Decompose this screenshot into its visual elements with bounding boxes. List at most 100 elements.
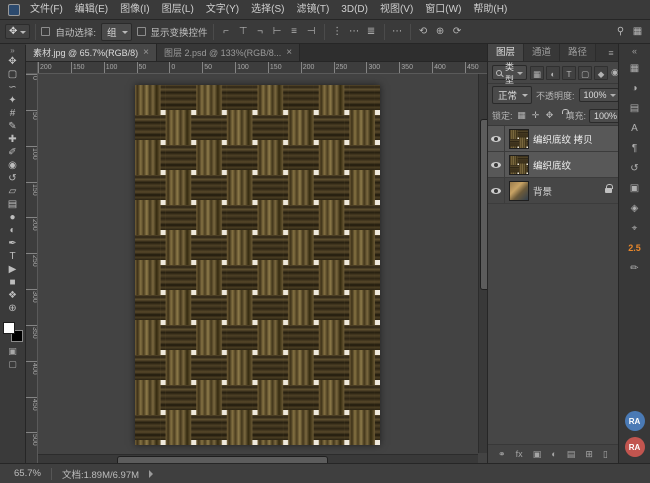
filter-type-layers-icon[interactable]: T: [562, 66, 576, 80]
opacity-field[interactable]: 100%: [579, 88, 618, 102]
menu-item[interactable]: 视图(V): [374, 0, 419, 19]
menu-item[interactable]: 滤镜(T): [291, 0, 336, 19]
layer-thumbnail[interactable]: [509, 181, 529, 201]
path-select-tool[interactable]: ▶: [2, 263, 24, 276]
menu-item[interactable]: 文字(Y): [200, 0, 245, 19]
layer-thumbnail[interactable]: [509, 155, 529, 175]
link-layers-icon[interactable]: ⚭: [498, 445, 506, 463]
layer-name[interactable]: 背景: [533, 184, 552, 198]
panel-tab[interactable]: 路径: [560, 44, 596, 61]
dodge-tool[interactable]: ◐: [2, 224, 24, 237]
foreground-color-swatch[interactable]: [3, 322, 15, 334]
lock-pixels-icon[interactable]: ✛: [530, 110, 542, 121]
delete-layer-icon[interactable]: ▯: [603, 445, 608, 463]
align-horizontal-centers-icon[interactable]: ≡: [287, 23, 302, 41]
layer-filter-kind-dropdown[interactable]: 类型: [492, 65, 527, 80]
3d-drag-icon[interactable]: ⟳: [450, 23, 465, 41]
search-icon[interactable]: ⚲: [613, 23, 628, 41]
menu-item[interactable]: 窗口(W): [419, 0, 467, 19]
tab-close-icon[interactable]: [286, 47, 292, 58]
adjustments-panel-icon[interactable]: ◑: [625, 81, 645, 96]
clone-stamp-tool[interactable]: ◉: [2, 159, 24, 172]
menu-item[interactable]: 图层(L): [156, 0, 200, 19]
libraries-panel-icon[interactable]: ▤: [625, 101, 645, 116]
document-tab[interactable]: 素材.jpg @ 65.7%(RGB/8): [26, 44, 157, 61]
vertical-ruler[interactable]: 050100150200250300350400450500550: [26, 74, 38, 463]
blur-tool[interactable]: ●: [2, 211, 24, 224]
crop-tool[interactable]: #: [2, 107, 24, 120]
align-top-edges-icon[interactable]: ⌐: [219, 23, 234, 41]
history-brush-tool[interactable]: ↺: [2, 172, 24, 185]
menu-item[interactable]: 帮助(H): [467, 0, 513, 19]
filter-adjustment-layers-icon[interactable]: ◐: [546, 66, 560, 80]
menu-item[interactable]: 选择(S): [245, 0, 290, 19]
vertical-scrollbar-thumb[interactable]: [480, 119, 487, 290]
visibility-toggle[interactable]: [488, 178, 505, 203]
eyedropper-tool[interactable]: ✎: [2, 120, 24, 133]
brushes-panel-icon[interactable]: ✏: [625, 261, 645, 276]
3d-roll-icon[interactable]: ⊕: [433, 23, 448, 41]
lock-transparency-icon[interactable]: ▦: [516, 110, 528, 121]
horizontal-scrollbar[interactable]: [38, 454, 478, 463]
align-bottom-edges-icon[interactable]: ¬: [253, 23, 268, 41]
pen-tool[interactable]: ✒: [2, 237, 24, 250]
filter-smart-objects-icon[interactable]: ◆: [594, 66, 608, 80]
navigator-panel-icon[interactable]: ⌖: [625, 221, 645, 236]
panel-tab[interactable]: 图层: [488, 44, 524, 61]
align-right-edges-icon[interactable]: ⊣: [304, 23, 319, 41]
show-transform-checkbox[interactable]: [137, 27, 146, 36]
toolbar-collapse-icon[interactable]: »: [10, 46, 14, 55]
canvas-viewport[interactable]: [38, 74, 487, 463]
layer-row[interactable]: 背景: [488, 178, 618, 204]
adjustment-layer-icon[interactable]: ◐: [551, 445, 556, 463]
distribute-horizontal-icon[interactable]: ⋯: [347, 23, 362, 41]
filter-pixel-layers-icon[interactable]: ▦: [530, 66, 544, 80]
menu-item[interactable]: 图像(I): [114, 0, 155, 19]
quick-mask-icon[interactable]: ▣: [2, 345, 24, 358]
more-options-icon[interactable]: ⋯: [390, 23, 405, 41]
gradient-tool[interactable]: ▤: [2, 198, 24, 211]
document-canvas[interactable]: [135, 85, 380, 445]
layer-mask-icon[interactable]: ▣: [533, 445, 542, 463]
move-tool[interactable]: ✥: [2, 55, 24, 68]
panel-menu-icon[interactable]: ≡: [604, 44, 618, 61]
lock-position-icon[interactable]: ✥: [544, 110, 556, 121]
fill-field[interactable]: 100%: [589, 109, 618, 123]
zoom-level-field[interactable]: 65.7%: [14, 468, 41, 479]
auto-select-target-dropdown[interactable]: 组: [101, 23, 132, 41]
blend-mode-dropdown[interactable]: 正常: [492, 86, 532, 104]
align-vertical-centers-icon[interactable]: ⊤: [236, 23, 251, 41]
auto-select-checkbox[interactable]: [41, 27, 50, 36]
document-tab[interactable]: 图层 2.psd @ 133%(RGB/8...: [157, 44, 300, 61]
panel-tab[interactable]: 通道: [524, 44, 560, 61]
paragraph-panel-icon[interactable]: ¶: [625, 141, 645, 156]
distribute-vertical-icon[interactable]: ⋮: [330, 23, 345, 41]
layer-thumbnail[interactable]: [509, 129, 529, 149]
align-left-edges-icon[interactable]: ⊢: [270, 23, 285, 41]
filter-shape-layers-icon[interactable]: ▢: [578, 66, 592, 80]
shape-tool[interactable]: ■: [2, 276, 24, 289]
brush-tool[interactable]: ✐: [2, 146, 24, 159]
visibility-toggle[interactable]: [488, 152, 505, 177]
screen-mode-icon[interactable]: ▢: [2, 358, 24, 371]
hand-tool[interactable]: ❖: [2, 289, 24, 302]
horizontal-ruler[interactable]: 2001501005005010015020025030035040045050…: [38, 62, 487, 74]
eraser-tool[interactable]: ▱: [2, 185, 24, 198]
color-panel-icon[interactable]: ▦: [625, 61, 645, 76]
healing-brush-tool[interactable]: ✚: [2, 133, 24, 146]
lasso-tool[interactable]: ∽: [2, 81, 24, 94]
horizontal-scrollbar-thumb[interactable]: [117, 456, 328, 463]
new-layer-icon[interactable]: ⊞: [585, 445, 593, 463]
tool-preset-picker[interactable]: ✥: [5, 24, 30, 39]
expand-dock-icon[interactable]: «: [632, 46, 637, 56]
layer-row[interactable]: 编织底纹: [488, 152, 618, 178]
info-panel-icon[interactable]: ◈: [625, 201, 645, 216]
vertical-scrollbar[interactable]: [478, 74, 487, 453]
distribute-evenly-icon[interactable]: ≣: [364, 23, 379, 41]
quick-selection-tool[interactable]: ✦: [2, 94, 24, 107]
filter-toggle-icon[interactable]: ◉: [611, 67, 618, 78]
zoom-tool[interactable]: ⊕: [2, 302, 24, 315]
menu-item[interactable]: 3D(D): [335, 0, 374, 19]
3d-rotate-icon[interactable]: ⟲: [416, 23, 431, 41]
workspace-switcher-icon[interactable]: ▦: [630, 23, 645, 41]
